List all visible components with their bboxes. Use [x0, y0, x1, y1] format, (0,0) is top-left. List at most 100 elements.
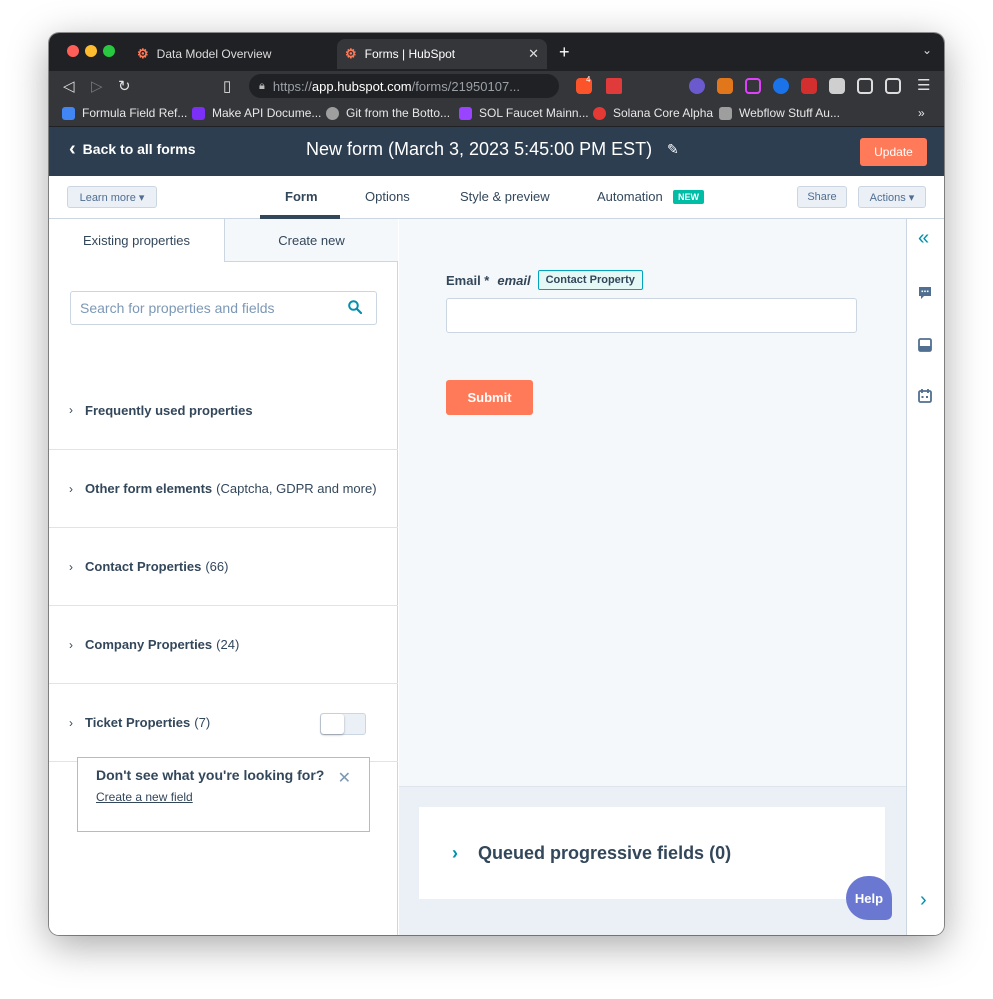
tab-existing-properties[interactable]: Existing properties — [49, 219, 224, 262]
chevron-right-icon: › — [69, 403, 73, 417]
bookmark-item[interactable]: Make API Docume... — [192, 106, 321, 120]
contact-property-badge: Contact Property — [537, 270, 643, 290]
lock-icon: 🔒︎ — [259, 79, 265, 92]
form-title[interactable]: New form (March 3, 2023 5:45:00 PM EST) — [306, 139, 652, 160]
extension-icon[interactable] — [801, 78, 817, 94]
bookmark-label: SOL Faucet Mainn... — [479, 106, 589, 120]
field-internal-name: email — [497, 272, 531, 288]
form-editor-header: ‹ Back to all forms New form (March 3, 2… — [49, 127, 944, 176]
layout-icon[interactable] — [917, 337, 933, 353]
bookmark-label: Solana Core Alpha — [613, 106, 714, 120]
menu-icon[interactable]: ☰ — [917, 76, 930, 94]
folder-icon — [719, 106, 732, 120]
browser-window: ⚙ Data Model Overview ⚙ Forms | HubSpot … — [49, 33, 944, 935]
chevron-right-icon: › — [69, 559, 73, 574]
tab-create-new[interactable]: Create new — [224, 219, 398, 262]
bookmark-favicon-icon — [326, 106, 339, 120]
bookmark-item[interactable]: Git from the Botto... — [326, 106, 450, 120]
property-search-input[interactable]: Search for properties and fields — [70, 291, 377, 325]
forward-nav-icon[interactable]: ▷ — [91, 77, 103, 95]
browser-tabbar: ⚙ Data Model Overview ⚙ Forms | HubSpot … — [49, 33, 944, 71]
zoom-window-button[interactable] — [103, 45, 115, 57]
chevron-right-icon: › — [69, 637, 73, 652]
back-to-forms-link[interactable]: ‹ Back to all forms — [69, 138, 196, 160]
section-frequently-used[interactable]: › Frequently used properties — [49, 371, 398, 450]
bookmark-label: Git from the Botto... — [346, 106, 451, 120]
section-company-properties[interactable]: › Company Properties (24) — [49, 606, 398, 684]
bookmark-icon[interactable]: ▯ — [223, 77, 231, 95]
help-button[interactable]: Help — [846, 876, 892, 920]
chevron-right-icon: › — [452, 843, 458, 863]
email-field-label[interactable]: Email * email Contact Property — [446, 270, 643, 290]
browser-tab-active[interactable]: ⚙ Forms | HubSpot ✕ — [337, 39, 547, 69]
back-nav-icon[interactable]: ◁ — [63, 77, 75, 95]
queued-fields-title: Queued progressive fields (0) — [478, 843, 732, 863]
sidebar-icon[interactable] — [857, 78, 873, 94]
address-bar[interactable]: 🔒︎ https:// app.hubspot.com /forms/21950… — [249, 74, 559, 98]
extension-icon[interactable] — [773, 78, 789, 94]
email-field[interactable] — [446, 298, 857, 333]
section-contact-properties[interactable]: › Contact Properties (66) — [49, 528, 398, 606]
close-tab-icon[interactable]: ✕ — [528, 46, 539, 62]
chat-icon[interactable] — [917, 285, 933, 301]
bookmark-item[interactable]: Formula Field Ref... — [62, 106, 187, 120]
missing-field-callout: Don't see what you're looking for? Creat… — [77, 757, 370, 832]
tab-style-preview[interactable]: Style & preview — [460, 189, 550, 204]
ticket-properties-toggle[interactable] — [320, 713, 366, 735]
properties-panel: Existing properties Create new Search fo… — [49, 219, 398, 935]
callout-heading: Don't see what you're looking for? — [96, 767, 325, 783]
section-detail: (66) — [205, 559, 229, 574]
bookmark-folder[interactable]: Webflow Stuff Au... — [719, 106, 840, 120]
section-detail: (7) — [194, 715, 211, 730]
url-host: app.hubspot.com — [311, 78, 412, 94]
queued-progressive-fields[interactable]: › Queued progressive fields (0) — [419, 807, 885, 899]
section-ticket-properties[interactable]: › Ticket Properties (7) — [49, 684, 398, 762]
section-title: Contact Properties — [85, 559, 202, 574]
close-window-button[interactable] — [67, 45, 79, 57]
bookmark-item[interactable]: Solana Core Alpha — [593, 106, 713, 120]
browser-toolbar: ◁ ▷ ↻ ▯ 🔒︎ https:// app.hubspot.com /for… — [49, 71, 944, 101]
tab-options[interactable]: Options — [365, 189, 410, 204]
toggle-knob — [321, 714, 344, 734]
more-bookmarks-button[interactable]: » — [918, 106, 925, 120]
metamask-icon[interactable] — [717, 78, 733, 94]
reload-icon[interactable]: ↻ — [118, 77, 131, 95]
section-other-form-elements[interactable]: › Other form elements (Captcha, GDPR and … — [49, 450, 398, 528]
editor-subnav: Learn more ▾ Form Options Style & previe… — [49, 176, 944, 219]
update-button[interactable]: Update — [860, 138, 927, 166]
tab-automation[interactable]: Automation — [597, 189, 663, 204]
collapse-double-chevron-icon[interactable]: « — [918, 227, 929, 250]
brave-rewards-icon[interactable] — [606, 78, 622, 94]
recorder-icon[interactable] — [745, 78, 761, 94]
tab-form[interactable]: Form — [285, 189, 318, 204]
share-button[interactable]: Share — [797, 186, 847, 208]
search-icon[interactable] — [348, 300, 362, 314]
bookmark-item[interactable]: SOL Faucet Mainn... — [459, 106, 589, 120]
create-new-field-link[interactable]: Create a new field — [96, 790, 351, 804]
bookmarks-bar: Formula Field Ref... Make API Docume... … — [49, 101, 944, 127]
browser-tab[interactable]: ⚙ Data Model Overview — [129, 39, 334, 69]
wallet-icon[interactable] — [885, 78, 901, 94]
bookmark-favicon-icon — [459, 106, 472, 120]
calendar-icon[interactable] — [917, 388, 933, 404]
submit-button[interactable]: Submit — [446, 380, 533, 415]
bookmark-label: Make API Docume... — [212, 106, 322, 120]
tab-title: Data Model Overview — [156, 47, 272, 61]
chevron-right-icon[interactable]: › — [920, 889, 927, 912]
bookmark-label: Formula Field Ref... — [82, 106, 188, 120]
minimize-window-button[interactable] — [85, 45, 97, 57]
learn-more-dropdown[interactable]: Learn more ▾ — [67, 186, 157, 208]
field-label-text: Email * — [446, 272, 490, 288]
close-icon[interactable]: ✕ — [338, 768, 351, 788]
puzzle-icon[interactable] — [829, 78, 845, 94]
chevron-left-icon: ‹ — [69, 138, 76, 160]
actions-dropdown[interactable]: Actions ▾ — [858, 186, 926, 208]
chevron-right-icon: › — [69, 481, 73, 496]
back-link-label: Back to all forms — [82, 141, 196, 157]
new-tab-button[interactable]: + — [559, 42, 570, 63]
url-prefix: https:// — [272, 78, 312, 94]
pencil-icon[interactable]: ✎ — [667, 141, 679, 158]
extension-icon[interactable] — [689, 78, 705, 94]
right-rail: « › — [906, 219, 944, 935]
tab-search-icon[interactable]: ⌄ — [922, 43, 932, 57]
